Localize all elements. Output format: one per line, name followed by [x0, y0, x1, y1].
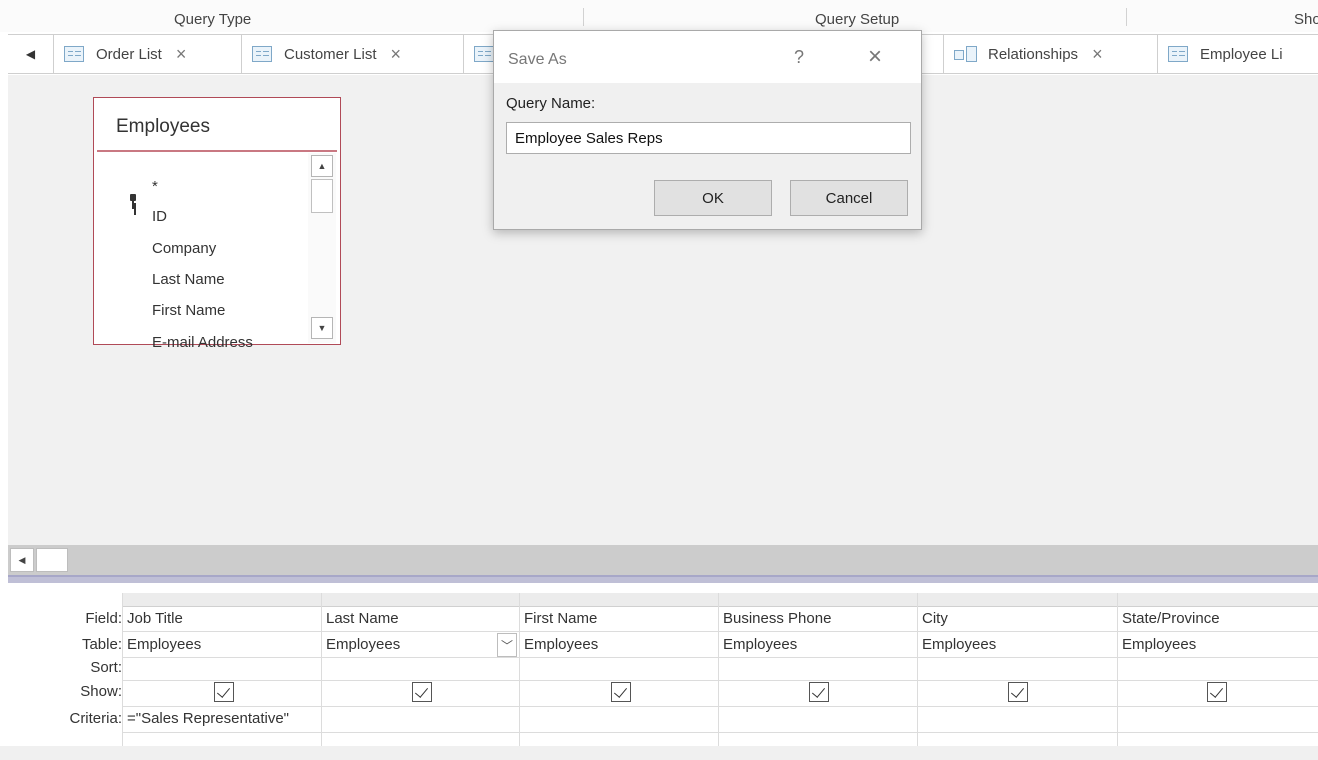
show-checkbox[interactable] [611, 682, 631, 702]
ribbon-divider [583, 8, 584, 26]
ribbon-group-query-setup: Query Setup [815, 11, 900, 28]
dialog-titlebar[interactable]: Save As ? × [494, 31, 921, 83]
triangle-left-icon: ◀ [18, 554, 26, 565]
status-bar [0, 746, 1318, 760]
grid-row-divider [122, 706, 1318, 707]
field-id[interactable]: ID [152, 208, 167, 225]
tab-order-list[interactable]: Order List × [54, 35, 242, 73]
tab-relationships[interactable]: Relationships × [944, 35, 1158, 73]
table-cell[interactable]: Employees [127, 636, 201, 653]
grid-column-divider [519, 593, 520, 746]
tab-employee-list[interactable]: Employee Li [1158, 35, 1318, 73]
grid-column-divider [917, 593, 918, 746]
show-checkbox[interactable] [1008, 682, 1028, 702]
table-icon [1168, 46, 1188, 62]
scroll-thumb[interactable] [311, 179, 333, 213]
row-label-table: Table: [81, 636, 122, 653]
triangle-left-icon: ◀ [25, 47, 36, 61]
grid-row-divider [122, 657, 1318, 658]
table-icon [252, 46, 272, 62]
row-label-criteria: Criteria: [69, 710, 122, 727]
field-cell-job-title[interactable]: Job Title [127, 610, 183, 627]
show-checkbox[interactable] [1207, 682, 1227, 702]
ribbon-group-show: Sho [1294, 11, 1318, 28]
field-list-divider [97, 150, 337, 152]
field-list-title: Employees [116, 116, 210, 137]
tab-label: Order List [96, 45, 162, 63]
chevron-down-icon: ﹀ [500, 638, 513, 653]
tab-label: Employee Li [1200, 45, 1283, 63]
grid-column-divider [1117, 593, 1118, 746]
query-name-input[interactable] [506, 122, 911, 154]
field-list-scrollbar[interactable]: ▲ ▼ [308, 153, 336, 343]
primary-key-icon [129, 194, 137, 210]
field-cell-last-name[interactable]: Last Name [326, 610, 399, 627]
dialog-title: Save As [508, 51, 567, 68]
criteria-cell[interactable]: ="Sales Representative" [127, 710, 321, 727]
grid-row-divider [122, 680, 1318, 681]
table-icon [474, 46, 494, 62]
close-icon[interactable]: × [391, 44, 402, 65]
field-company[interactable]: Company [152, 240, 216, 257]
design-pane-horizontal-scrollbar[interactable]: ◀ [8, 545, 1318, 575]
employees-field-list[interactable]: Employees * ID Company Last Name First N… [93, 97, 341, 351]
help-icon[interactable]: ? [794, 47, 804, 68]
scroll-up-button[interactable]: ▲ [311, 155, 333, 177]
scroll-thumb[interactable] [36, 548, 68, 572]
row-label-sort: Sort: [90, 659, 122, 676]
table-cell[interactable]: Employees [326, 636, 400, 653]
row-label-field: Field: [85, 610, 122, 627]
triangle-down-icon: ▼ [317, 323, 327, 333]
table-cell[interactable]: Employees [524, 636, 598, 653]
grid-row-divider [122, 631, 1318, 632]
column-selector-bar[interactable] [122, 593, 1318, 607]
ribbon-group-labels: Query Type Query Setup Sho [0, 0, 1318, 32]
save-as-dialog: Save As ? × Query Name: OK Cancel [493, 30, 922, 230]
field-last-name[interactable]: Last Name [152, 271, 225, 288]
tab-label: Customer List [284, 45, 377, 63]
show-checkbox[interactable] [412, 682, 432, 702]
field-all[interactable]: * [152, 178, 158, 195]
grid-column-divider [321, 593, 322, 746]
grid-column-divider [122, 593, 123, 746]
close-icon[interactable]: × [1092, 44, 1103, 65]
ribbon-group-query-type: Query Type [174, 11, 252, 28]
scroll-down-button[interactable]: ▼ [311, 317, 333, 339]
field-email-address[interactable]: E-mail Address [152, 334, 253, 351]
triangle-up-icon: ▲ [317, 161, 327, 171]
pane-splitter[interactable] [8, 575, 1318, 583]
show-checkbox[interactable] [809, 682, 829, 702]
table-cell[interactable]: Employees [922, 636, 996, 653]
field-cell-first-name[interactable]: First Name [524, 610, 597, 627]
tab-customer-list[interactable]: Customer List × [242, 35, 464, 73]
close-icon[interactable]: × [868, 43, 882, 71]
show-checkbox[interactable] [214, 682, 234, 702]
ok-button[interactable]: OK [654, 180, 772, 216]
row-label-show: Show: [80, 683, 122, 700]
tab-label: Relationships [988, 45, 1079, 63]
cancel-button[interactable]: Cancel [790, 180, 908, 216]
field-cell-city[interactable]: City [922, 610, 948, 627]
query-name-label: Query Name: [506, 95, 596, 112]
close-icon[interactable]: × [176, 44, 187, 65]
query-design-grid: Field: Table: Sort: Show: Criteria: Job … [8, 583, 1318, 746]
ribbon-divider [1126, 8, 1127, 26]
field-cell-state-province[interactable]: State/Province [1122, 610, 1220, 627]
table-dropdown-button[interactable]: ﹀ [497, 633, 517, 657]
relationships-icon [954, 46, 977, 62]
access-query-design-window: Query Type Query Setup Sho ◀ Order List … [0, 0, 1318, 760]
scroll-left-button[interactable]: ◀ [10, 548, 34, 572]
table-cell[interactable]: Employees [1122, 636, 1196, 653]
grid-column-divider [718, 593, 719, 746]
field-first-name[interactable]: First Name [152, 302, 225, 319]
field-cell-business-phone[interactable]: Business Phone [723, 610, 831, 627]
table-cell[interactable]: Employees [723, 636, 797, 653]
table-icon [64, 46, 84, 62]
grid-row-divider [122, 732, 1318, 733]
tab-scroll-left-button[interactable]: ◀ [8, 35, 54, 73]
